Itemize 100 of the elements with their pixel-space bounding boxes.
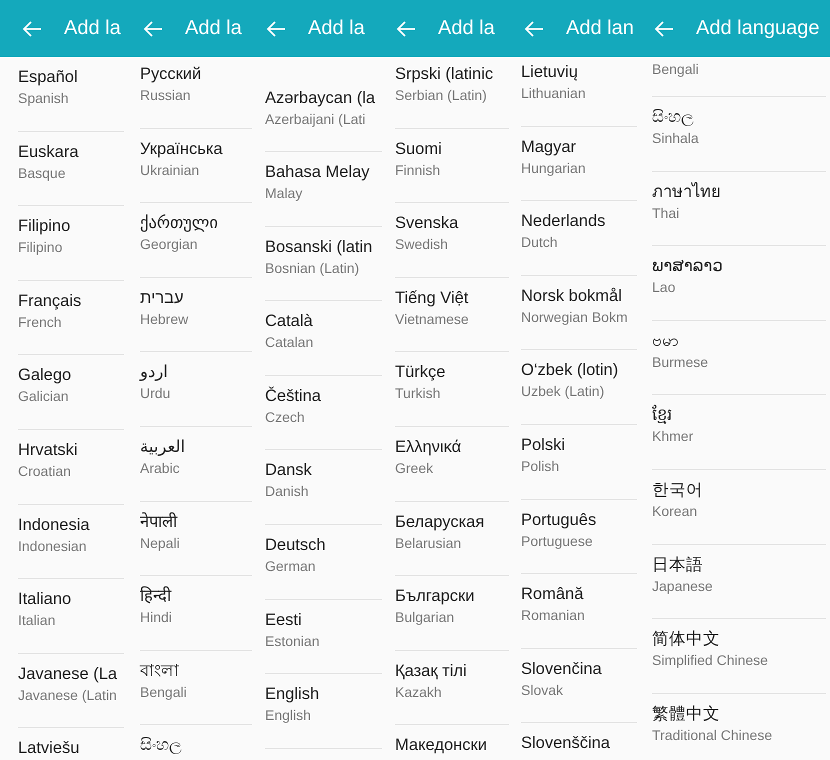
language-english-name: Khmer	[652, 427, 694, 446]
language-name[interactable]: Македонски	[395, 734, 509, 756]
language-english-name: Nepali	[140, 534, 181, 553]
language-english-name: Uzbek (Latin)	[521, 382, 606, 402]
language-name[interactable]: Català	[265, 310, 382, 332]
language-name[interactable]: Latviešu	[18, 737, 124, 760]
back-button[interactable]	[396, 20, 416, 36]
language-name[interactable]: 简体中文	[652, 628, 826, 650]
language-name[interactable]: ქართული	[140, 212, 252, 234]
language-english-name: Georgian	[140, 235, 199, 254]
language-name[interactable]: Français	[18, 290, 124, 312]
language-name[interactable]: Svenska	[395, 212, 509, 234]
language-name[interactable]: Nederlands	[521, 210, 637, 232]
language-english-name: Catalan	[265, 333, 314, 352]
language-english-name: Burmese	[652, 352, 710, 372]
language-english-name: Dutch	[521, 233, 559, 252]
language-name[interactable]: Bahasa Melay	[265, 161, 382, 183]
language-english-name: Javanese (Latin	[18, 686, 118, 705]
language-english-name: Basque	[18, 164, 66, 183]
language-name[interactable]: Lietuvių	[521, 61, 637, 83]
back-button[interactable]	[524, 20, 544, 36]
language-name[interactable]: Беларуская	[395, 510, 509, 533]
language-name[interactable]: Filipino	[18, 215, 124, 238]
language-name[interactable]: Italiano	[18, 588, 124, 610]
back-arrow-icon	[143, 20, 163, 36]
language-name[interactable]: Magyar	[521, 136, 637, 158]
back-button[interactable]	[654, 20, 674, 36]
back-arrow-icon	[396, 20, 416, 36]
language-name[interactable]: العربية	[140, 436, 252, 458]
language-name[interactable]: ខ្មែរ	[652, 404, 826, 426]
language-name[interactable]: සිංහල	[652, 106, 826, 128]
language-english-name: Serbian (Latin)	[395, 86, 488, 105]
language-english-name: Spanish	[18, 89, 70, 108]
language-name[interactable]: Türkçe	[395, 361, 509, 384]
language-name[interactable]: Hrvatski	[18, 438, 124, 461]
language-name[interactable]: Slovenčina	[521, 658, 637, 680]
language-name[interactable]: Polski	[521, 434, 637, 456]
language-name[interactable]: Română	[521, 583, 637, 606]
language-name[interactable]: Deutsch	[265, 534, 382, 556]
language-name[interactable]: اردو	[140, 361, 252, 384]
language-name[interactable]: Dansk	[265, 459, 382, 482]
language-name[interactable]: Bosanski (latin	[265, 236, 382, 258]
back-arrow-icon	[22, 20, 42, 36]
language-name[interactable]: Português	[521, 508, 637, 531]
language-english-name: Bosnian (Latin)	[265, 258, 360, 278]
language-name[interactable]: English	[265, 683, 382, 706]
language-english-name: Polish	[521, 456, 560, 476]
language-name[interactable]: ဗမာ	[652, 330, 826, 352]
language-english-name: Norwegian Bokm	[521, 308, 629, 327]
language-name[interactable]: 日本語	[652, 554, 826, 576]
language-name[interactable]: ພາສາລາວ	[652, 255, 826, 278]
screen-title: Add la	[438, 17, 495, 40]
language-english-name: Russian	[140, 86, 192, 105]
back-button[interactable]	[143, 20, 163, 36]
language-name[interactable]: Tiếng Việt	[395, 286, 509, 309]
language-name[interactable]: Български	[395, 585, 509, 608]
language-english-name: Traditional Chinese	[652, 726, 774, 745]
language-name[interactable]: Čeština	[265, 384, 382, 407]
language-name[interactable]: සිංහල	[140, 734, 252, 756]
language-english-name: Sinhala	[652, 129, 700, 148]
language-name[interactable]: Norsk bokmål	[521, 284, 637, 307]
language-name[interactable]: Srpski (latinic	[395, 63, 509, 85]
back-arrow-icon	[654, 20, 674, 36]
language-name[interactable]: Javanese (La	[18, 662, 124, 685]
language-name[interactable]: Suomi	[395, 138, 509, 160]
language-name[interactable]: Indonesia	[18, 514, 124, 536]
language-name[interactable]: Eesti	[265, 608, 382, 631]
language-name[interactable]: Español	[18, 66, 124, 88]
language-english-name: Arabic	[140, 458, 181, 478]
screen-title: Add lan	[566, 17, 634, 40]
language-english-name: Galician	[18, 387, 70, 406]
language-name[interactable]: 繁體中文	[652, 702, 826, 725]
language-english-name: Czech	[265, 408, 306, 427]
back-button[interactable]	[22, 20, 42, 36]
language-english-name: Hebrew	[140, 310, 190, 329]
language-english-name: Estonian	[265, 632, 320, 651]
language-name[interactable]: O‘zbek (lotin)	[521, 359, 637, 382]
language-name[interactable]: नेपाली	[140, 510, 252, 533]
language-english-name: Filipino	[18, 238, 64, 258]
language-name[interactable]: עברית	[140, 286, 252, 309]
language-name[interactable]: Slovenščina	[521, 732, 637, 754]
language-english-name: German	[265, 556, 317, 576]
language-name[interactable]: Қазақ тілі	[395, 660, 509, 682]
language-english-name: Vietnamese	[395, 310, 470, 329]
language-name[interactable]: Ελληνικά	[395, 436, 509, 458]
language-name[interactable]: 한국어	[652, 478, 826, 501]
language-name[interactable]: Русский	[140, 63, 252, 85]
language-name[interactable]: Euskara	[18, 140, 124, 163]
language-name[interactable]: বাংলা	[140, 660, 252, 682]
language-name[interactable]: Azərbaycan (la	[265, 87, 382, 109]
language-name[interactable]: ภาษาไทย	[652, 180, 826, 203]
language-english-name: Hungarian	[521, 158, 587, 178]
language-name[interactable]: Galego	[18, 364, 124, 386]
back-button[interactable]	[266, 20, 286, 36]
language-english-name: Greek	[395, 458, 434, 478]
language-name[interactable]: हिन्दी	[140, 585, 252, 608]
language-english-name: Thai	[652, 204, 680, 223]
language-english-name: Hindi	[140, 608, 173, 628]
language-english-name: Bengali	[652, 60, 700, 79]
language-name[interactable]: Українська	[140, 138, 252, 160]
